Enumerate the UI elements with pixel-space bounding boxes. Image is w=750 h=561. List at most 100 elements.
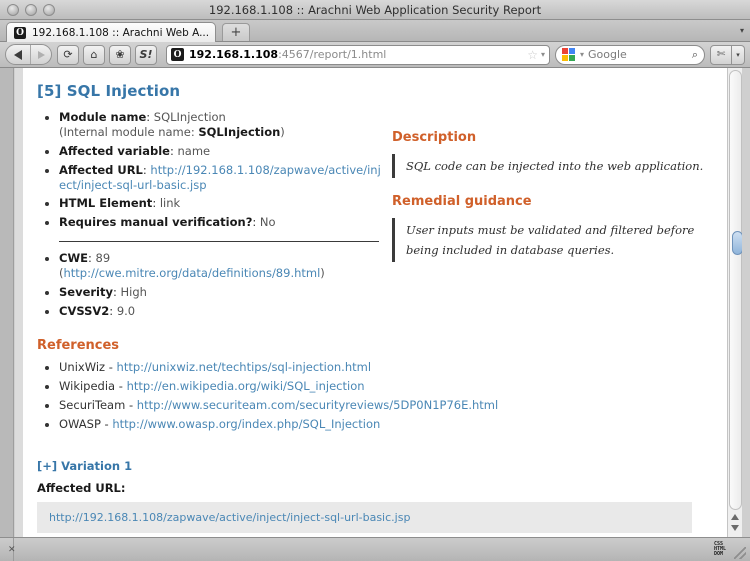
severity-value: High (120, 285, 147, 300)
home-button[interactable]: ⌂ (83, 44, 105, 65)
tab-strip: O 192.168.1.108 :: Arachni Web A... + ▾ (0, 20, 750, 42)
google-icon (562, 48, 575, 61)
report-left-column: Module name: SQLInjection (Internal modu… (37, 110, 382, 322)
meta-label: Severity (59, 285, 113, 300)
variation-toggle[interactable]: [+] Variation 1 (37, 459, 711, 473)
bookmark-star-icon[interactable]: ☆ (527, 48, 538, 62)
search-box[interactable]: ▾ Google ⌕ (555, 44, 705, 65)
arrow-left-icon (14, 49, 22, 60)
description-heading: Description (392, 130, 477, 145)
scribefire-addon-button[interactable]: S! (135, 44, 157, 65)
status-bar: ✕ CSS HTML DOM (0, 537, 750, 561)
reference-link[interactable]: http://unixwiz.net/techtips/sql-injectio… (117, 360, 372, 374)
meta-value: 89 (95, 251, 111, 266)
report-columns: Module name: SQLInjection (Internal modu… (37, 110, 711, 322)
globe-icon: ❀ (115, 48, 125, 61)
reference-name: UnixWiz (59, 360, 106, 375)
list-item: Affected variable: name (59, 144, 382, 159)
status-close-icon[interactable]: ✕ (8, 545, 16, 555)
affected-url-label: Affected URL: (37, 480, 126, 495)
remedial-guidance-text: User inputs must be validated and filter… (392, 218, 711, 263)
browser-window: 192.168.1.108 :: Arachni Web Application… (0, 0, 750, 561)
meta-label: CWE (59, 251, 88, 266)
list-item: Severity: High (59, 285, 382, 300)
references-list: UnixWiz - http://unixwiz.net/techtips/sq… (37, 360, 711, 433)
affected-url-value-link[interactable]: http://192.168.1.108/zapwave/active/inje… (49, 511, 410, 524)
security-report: [5] SQL Injection Module name: SQLInject… (23, 68, 727, 537)
vulnerability-metadata-list: Module name: SQLInjection (Internal modu… (37, 110, 382, 230)
description-text: SQL code can be injected into the web ap… (392, 154, 711, 179)
affected-url-box: http://192.168.1.108/zapwave/active/inje… (37, 501, 692, 533)
meta-value: No (259, 215, 276, 230)
reference-name: Wikipedia (59, 379, 116, 394)
list-item: Module name: SQLInjection (Internal modu… (59, 110, 382, 140)
meta-label: Affected variable (59, 143, 170, 158)
address-bar-text: 192.168.1.108:4567/report/1.html (189, 48, 523, 61)
page-viewport: [5] SQL Injection Module name: SQLInject… (0, 68, 750, 537)
list-item: SecuriTeam - http://www.securiteam.com/s… (59, 398, 711, 414)
tab-list-chevron-down-icon[interactable]: ▾ (740, 26, 744, 35)
list-item: CVSSV2: 9.0 (59, 304, 382, 319)
list-item: Wikipedia - http://en.wikipedia.org/wiki… (59, 379, 711, 395)
reload-icon: ⟳ (63, 48, 73, 61)
section-divider (59, 241, 379, 243)
site-favicon-icon: O (171, 48, 184, 61)
right-gutter (742, 68, 750, 537)
remedial-guidance-heading: Remedial guidance (392, 194, 532, 210)
meta-label: CVSSV2 (59, 303, 110, 318)
url-host: 192.168.1.108 (189, 48, 279, 61)
validator-badge[interactable]: CSS HTML DOM (714, 542, 726, 557)
list-item: CWE: 89 (http://cwe.mitre.org/data/defin… (59, 251, 382, 281)
back-button[interactable] (6, 45, 31, 64)
tab-title: 192.168.1.108 :: Arachni Web A... (32, 26, 208, 39)
meta-label: Requires manual verification? (59, 215, 253, 230)
search-input[interactable]: Google (588, 48, 692, 61)
home-icon: ⌂ (90, 48, 98, 61)
reference-link[interactable]: http://www.owasp.org/index.php/SQL_Injec… (112, 417, 380, 431)
list-item: HTML Element: link (59, 196, 382, 211)
scroll-up-icon[interactable] (731, 514, 739, 520)
arrow-right-icon (37, 50, 45, 59)
search-engine-chevron-down-icon[interactable]: ▾ (580, 50, 584, 59)
meta-label: Affected URL (59, 162, 143, 177)
reference-name: OWASP (59, 417, 101, 432)
resize-grip-icon[interactable] (734, 547, 746, 559)
address-chevron-down-icon[interactable]: ▾ (541, 50, 545, 59)
window-titlebar: 192.168.1.108 :: Arachni Web Application… (0, 0, 750, 20)
tab-favicon-icon: O (14, 26, 26, 39)
scrollbar-track[interactable] (729, 70, 743, 510)
meta-sub-value: SQLInjection (198, 125, 281, 140)
validator-dom-label: DOM (713, 551, 723, 557)
page-title: [5] SQL Injection (37, 82, 181, 100)
meta-label: HTML Element (59, 196, 153, 211)
search-icon[interactable]: ⌕ (692, 48, 698, 62)
forward-button[interactable] (31, 45, 51, 64)
reference-link[interactable]: http://www.securiteam.com/securityreview… (137, 398, 498, 412)
list-item: OWASP - http://www.owasp.org/index.php/S… (59, 417, 711, 433)
list-item: Affected URL: http://192.168.1.108/zapwa… (59, 163, 382, 193)
reload-button[interactable]: ⟳ (57, 44, 79, 65)
navigation-toolbar: ⟳ ⌂ ❀ S! O 192.168.1.108:4567/report/1.h… (0, 42, 750, 68)
vertical-scrollbar[interactable] (727, 68, 743, 537)
back-forward-group (5, 44, 52, 65)
address-bar[interactable]: O 192.168.1.108:4567/report/1.html ☆ ▾ (166, 44, 550, 65)
scroll-down-icon[interactable] (731, 525, 739, 531)
references-heading: References (37, 338, 120, 354)
meta-value: link (159, 196, 181, 211)
left-gutter (0, 68, 14, 537)
cvss-value: 9.0 (116, 303, 136, 318)
vulnerability-scoring-list: CWE: 89 (http://cwe.mitre.org/data/defin… (37, 251, 382, 319)
toolbar-extra-chevron-down-icon[interactable]: ▾ (732, 44, 745, 65)
new-tab-button[interactable]: + (222, 23, 250, 41)
globe-addon-button[interactable]: ❀ (109, 44, 131, 65)
report-right-column: Description SQL code can be injected int… (382, 110, 711, 278)
toolbar-extra-button[interactable]: ✄ (710, 44, 732, 65)
window-title: 192.168.1.108 :: Arachni Web Application… (208, 3, 542, 17)
tab-active[interactable]: O 192.168.1.108 :: Arachni Web A... (6, 22, 216, 42)
reference-link[interactable]: http://en.wikipedia.org/wiki/SQL_injecti… (127, 379, 365, 393)
left-gutter-inner (15, 68, 23, 537)
cwe-link[interactable]: http://cwe.mitre.org/data/definitions/89… (64, 266, 321, 280)
url-path: :4567/report/1.html (278, 48, 387, 61)
meta-label: Module name (59, 110, 147, 124)
meta-value: name (177, 143, 211, 158)
